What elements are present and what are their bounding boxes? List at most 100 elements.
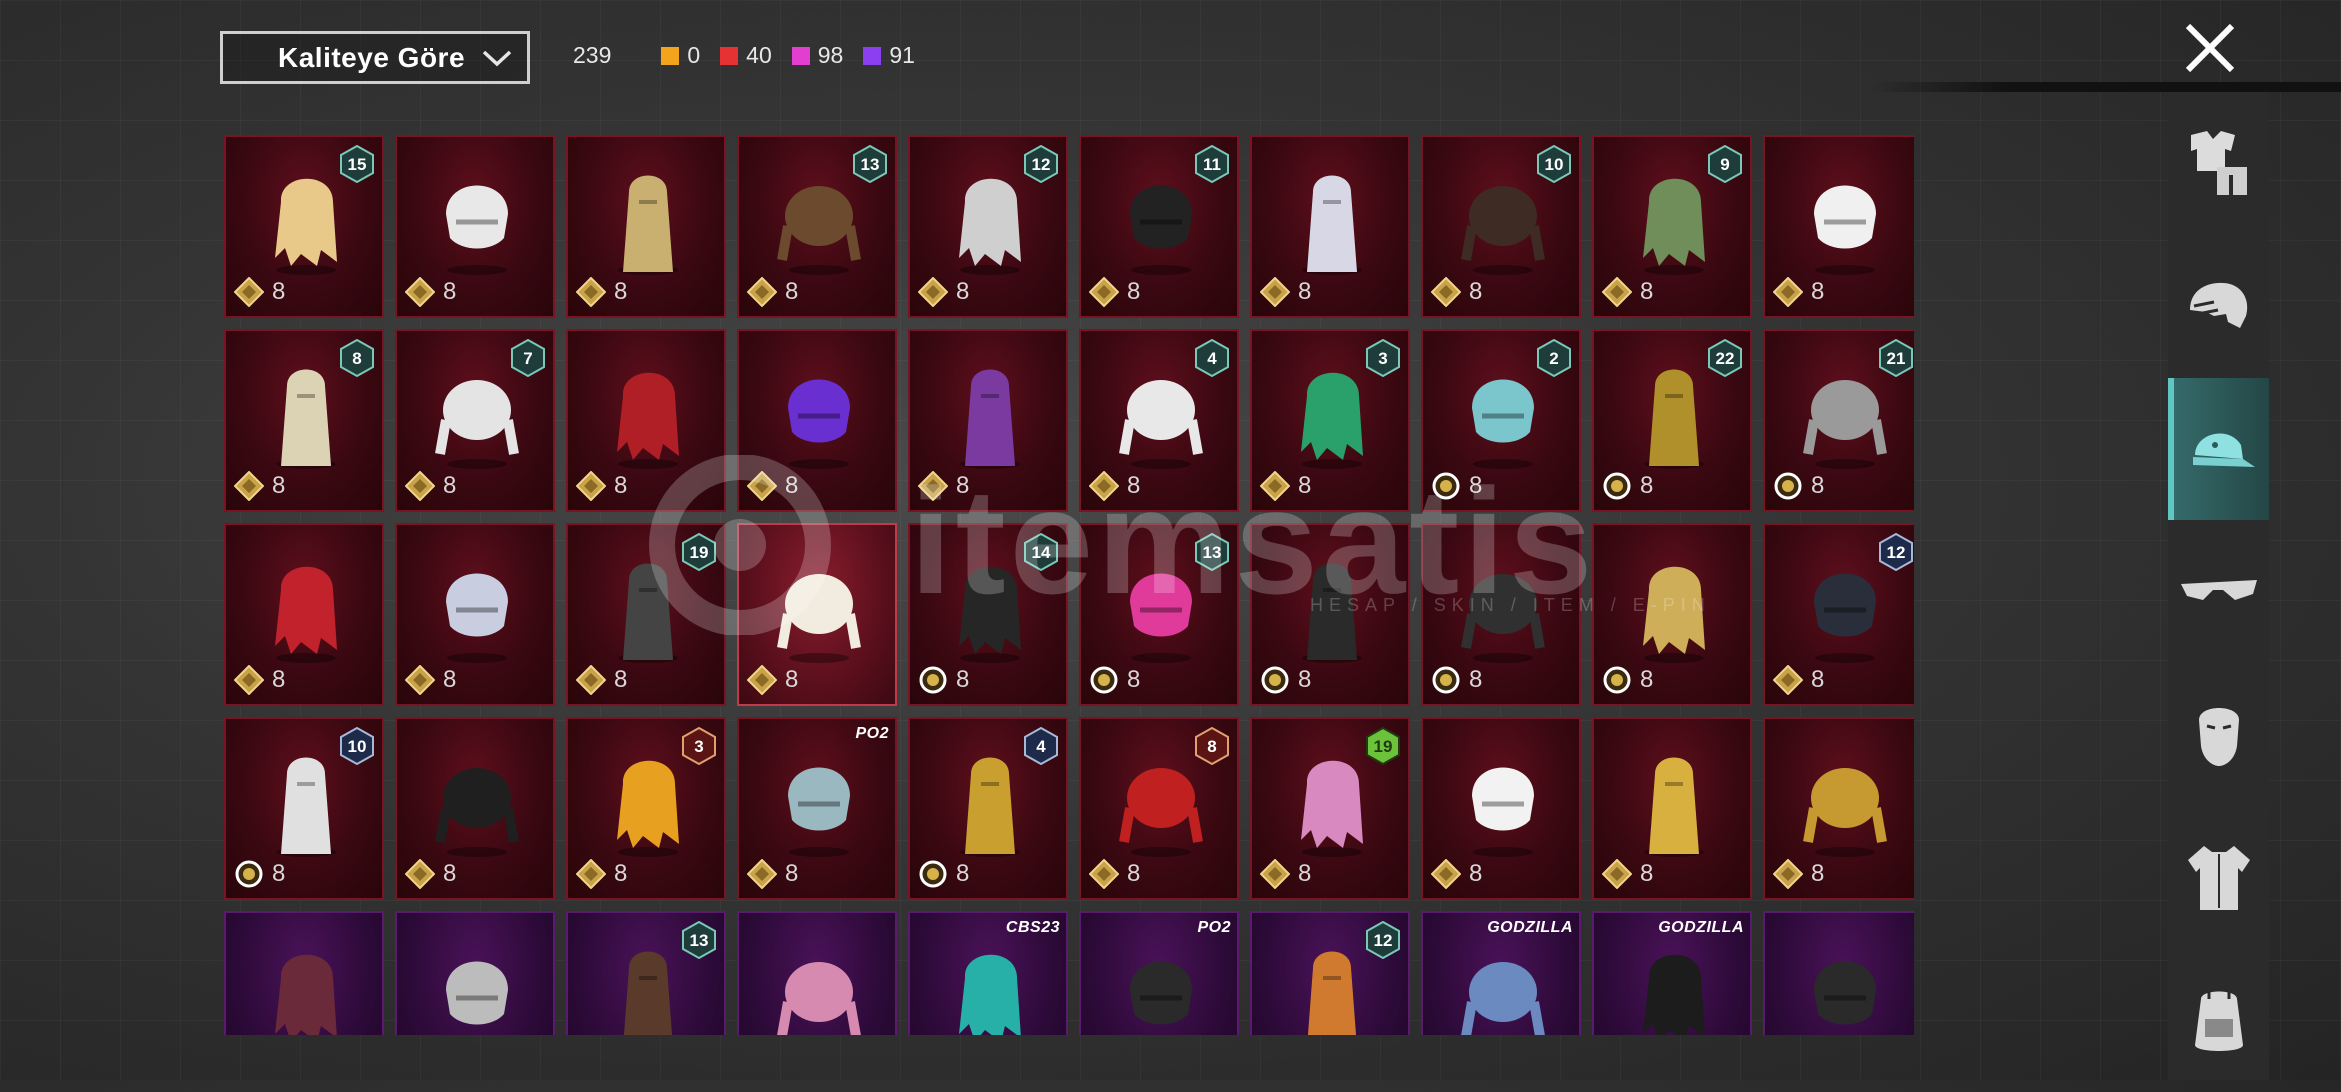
item-tile-silver-long-ponytail[interactable]: 8	[395, 523, 555, 706]
item-tile-long-white-ponytail[interactable]: 78	[395, 329, 555, 512]
item-tile-silver-hair-purple-horns[interactable]: 8	[1250, 135, 1410, 318]
item-tile-green-curly-joker-mask[interactable]: 38	[1250, 329, 1410, 512]
item-tile-black-gold-crown-hood[interactable]: 14 8	[908, 523, 1068, 706]
item-tile-pink-horned-mask[interactable]: 19 8	[1250, 717, 1410, 900]
item-model-image	[446, 185, 508, 275]
item-model-image	[276, 757, 336, 857]
item-model-image	[1472, 379, 1534, 469]
item-tile-black-cat-ear-hood[interactable]: 8	[1250, 523, 1410, 706]
sidebar-tab-backpack[interactable]	[2168, 950, 2269, 1092]
item-tile-dark-gold-visor-helmet[interactable]: 12 8	[1763, 523, 1914, 706]
hair-icon	[2189, 282, 2247, 328]
item-tile-purple-cat-ears-pigtails[interactable]: 8	[908, 329, 1068, 512]
silver-coin-icon	[1261, 666, 1289, 694]
item-model-image	[435, 380, 519, 469]
item-model-image	[1119, 380, 1203, 469]
item-tile-dark-short-hair[interactable]	[1763, 911, 1914, 1035]
item-tile-white-hair-with-horns[interactable]: 8	[395, 135, 555, 318]
item-tile-blonde-bob-feather[interactable]: 88	[224, 329, 384, 512]
item-tile-white-bird-mask[interactable]: 10 8	[224, 717, 384, 900]
item-tile-red-straw-hat[interactable]: 88	[1079, 717, 1239, 900]
gold-coin-icon	[405, 471, 435, 501]
face-icon	[2198, 708, 2239, 766]
item-tile-pink-pigtails[interactable]	[737, 911, 897, 1035]
item-price: 8	[1260, 665, 1311, 695]
item-tile-dark-braided-hair[interactable]: 10 8	[1421, 135, 1581, 318]
item-event-tag: PO2	[855, 725, 889, 742]
sidebar-tab-headwear[interactable]	[2168, 378, 2269, 520]
item-model-image	[1814, 573, 1876, 663]
item-tile-grey-curly-hair[interactable]: 12 8	[908, 135, 1068, 318]
svg-text:10: 10	[348, 737, 367, 756]
sidebar-tab-hair[interactable]	[2168, 235, 2269, 377]
item-model-image	[446, 961, 508, 1025]
sidebar-tab-eyewear[interactable]	[2168, 521, 2269, 663]
gold-coin-icon	[405, 859, 435, 889]
item-price: 8	[1431, 859, 1482, 889]
item-price: 8	[234, 665, 285, 695]
item-tile-red-demon-helmet[interactable]: 8	[224, 523, 384, 706]
item-price: 8	[1260, 471, 1311, 501]
item-tile-purple-bunny-twintails[interactable]: 8	[737, 329, 897, 512]
item-model-image	[777, 962, 861, 1035]
item-tile-white-veil-hood[interactable]: 8	[737, 523, 897, 706]
sidebar-tab-face[interactable]	[2168, 664, 2269, 806]
item-tile-gold-anubis-mask-dark[interactable]: 8	[1763, 717, 1914, 900]
svg-text:3: 3	[1378, 349, 1387, 368]
item-tile-black-horned-helmet[interactable]: 8	[395, 717, 555, 900]
item-tile-gold-knight-helmet[interactable]: 48	[908, 717, 1068, 900]
item-tile-snowman-top-hat[interactable]: 48	[1079, 329, 1239, 512]
item-price: 8	[1089, 471, 1140, 501]
svg-text:11: 11	[1203, 155, 1221, 174]
item-level-badge-icon: 15	[340, 145, 374, 183]
item-tile-aviator-cap[interactable]: 13	[566, 911, 726, 1035]
item-tile-cyber-cat-helmet[interactable]: PO2 8	[737, 717, 897, 900]
item-tile-dark-tactical-helmet[interactable]: 19 8	[566, 523, 726, 706]
chevron-down-icon	[482, 50, 512, 67]
item-tile-witch-hat-brown-hair[interactable]: 13 8	[737, 135, 897, 318]
item-tile-maroon-long-hair[interactable]	[224, 911, 384, 1035]
item-tile-grey-hair-red-glasses[interactable]	[395, 911, 555, 1035]
item-tile-blue-shaggy-hair[interactable]: GODZILLA	[1421, 911, 1581, 1035]
item-tile-teal-bucket-hat[interactable]: 28	[1421, 329, 1581, 512]
item-tile-black-wolf-hood[interactable]: 8	[1421, 523, 1581, 706]
item-tile-white-cowboy-hat[interactable]: 8	[1763, 135, 1914, 318]
item-tile-blonde-hair-with-gold-mask[interactable]: 8	[566, 135, 726, 318]
top-divider	[1870, 82, 2341, 92]
item-tile-black-spiky-hair-goggles[interactable]: GODZILLA	[1592, 911, 1752, 1035]
svg-text:19: 19	[690, 543, 709, 562]
item-tile-gold-anubis-helmet[interactable]: 8	[1592, 523, 1752, 706]
close-button[interactable]	[2180, 18, 2240, 78]
item-tile-gold-anubis-mask[interactable]: 8	[1592, 717, 1752, 900]
item-tile-french-fries-hat[interactable]: 38	[566, 717, 726, 900]
item-tile-black-cap-red-visor[interactable]: PO2	[1079, 911, 1239, 1035]
item-tile-golden-pharaoh-headdress[interactable]: 22 8	[1592, 329, 1752, 512]
item-price-value: 8	[1298, 860, 1312, 887]
item-tile-orange-twin-buns[interactable]: 12	[1250, 911, 1410, 1035]
item-tile-cat-ear-headphones[interactable]: CBS23	[908, 911, 1068, 1035]
svg-text:12: 12	[1032, 155, 1051, 174]
item-tile-black-sleek-hair[interactable]: 11 8	[1079, 135, 1239, 318]
item-tile-oni-white-hair-mask[interactable]: 21 8	[1763, 329, 1914, 512]
item-price-value: 8	[1640, 472, 1654, 499]
quality-filter-dropdown[interactable]: Kaliteye Göre	[220, 31, 530, 84]
svg-text:12: 12	[1374, 931, 1393, 950]
svg-text:8: 8	[352, 349, 361, 368]
item-price-value: 8	[1640, 860, 1654, 887]
item-level-badge-icon: 12	[1366, 921, 1400, 959]
sidebar-tab-top[interactable]	[2168, 807, 2269, 949]
item-price: 8	[1773, 665, 1824, 695]
sidebar-tab-outfit[interactable]	[2168, 92, 2269, 234]
item-tile-pink-dreadlock-mask[interactable]: 13 8	[1079, 523, 1239, 706]
item-level-badge-icon: 3	[1366, 339, 1400, 377]
item-tile-zombie-head-mohawk[interactable]: 98	[1592, 135, 1752, 318]
item-price-value: 8	[1127, 278, 1141, 305]
svg-text:7: 7	[523, 349, 532, 368]
item-tile-red-black-helmet[interactable]: 8	[566, 329, 726, 512]
item-tile-white-ghost-hood[interactable]: 8	[1421, 717, 1581, 900]
gold-coin-icon	[1602, 277, 1632, 307]
item-model-image	[1461, 186, 1545, 275]
item-model-image	[1803, 380, 1887, 469]
svg-text:4: 4	[1207, 349, 1217, 368]
item-tile-blonde-hair-with-blue-bow[interactable]: 15 8	[224, 135, 384, 318]
